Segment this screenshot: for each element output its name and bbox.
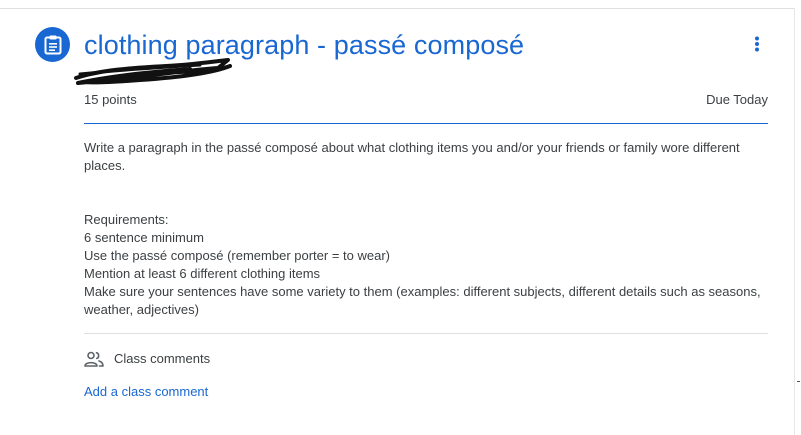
assignment-page: clothing paragraph - passé composé 15 po…	[0, 0, 801, 435]
class-comments-header: Class comments	[84, 350, 210, 368]
requirement-item: Make sure your sentences have some varie…	[84, 284, 761, 317]
requirement-item: Use the passé composé (remember porter =…	[84, 248, 390, 263]
due-date-label: Due Today	[706, 92, 768, 107]
header-divider	[84, 123, 768, 124]
more-vert-icon	[755, 36, 759, 52]
comments-divider	[84, 333, 768, 334]
add-class-comment-link[interactable]: Add a class comment	[84, 383, 208, 401]
people-icon	[84, 351, 104, 367]
requirement-item: Mention at least 6 different clothing it…	[84, 266, 321, 281]
requirements-heading: Requirements:	[84, 212, 169, 227]
class-comments-label: Class comments	[114, 351, 211, 366]
description-text: Write a paragraph in the passé composé a…	[84, 140, 740, 173]
redaction-scribble	[74, 58, 232, 85]
requirements-block: Requirements: 6 sentence minimum Use the…	[84, 211, 768, 319]
edge-mark	[797, 381, 800, 382]
top-divider	[0, 8, 795, 9]
assignment-icon	[35, 27, 70, 62]
more-options-button[interactable]	[745, 32, 769, 56]
points-label: 15 points	[84, 92, 137, 107]
requirement-item: 6 sentence minimum	[84, 230, 204, 245]
right-divider	[794, 8, 795, 435]
assignment-description: Write a paragraph in the passé composé a…	[84, 139, 768, 175]
